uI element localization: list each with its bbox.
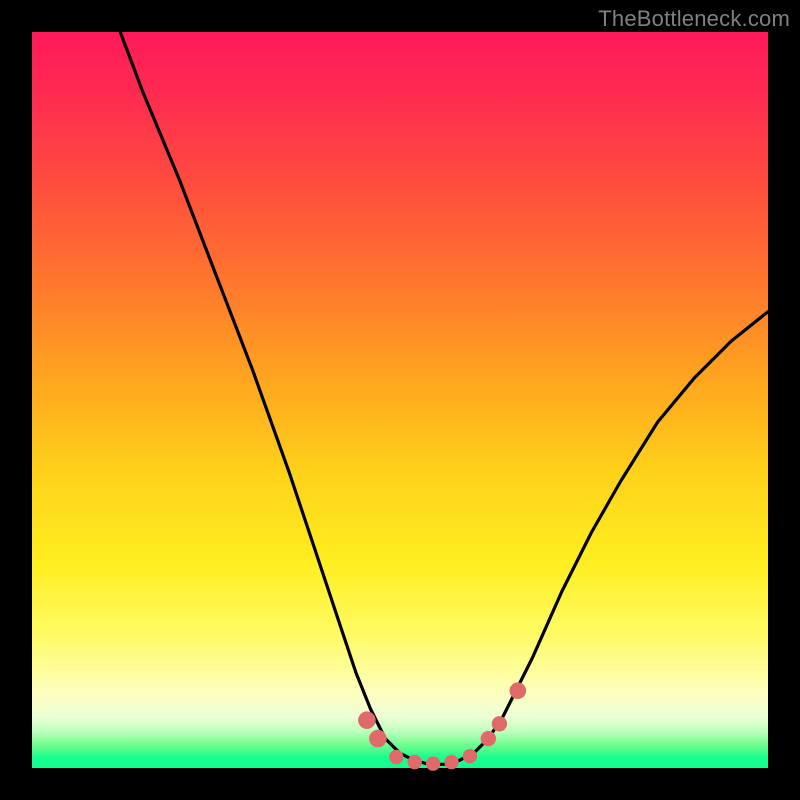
data-marker — [426, 756, 440, 770]
data-marker — [444, 755, 458, 769]
watermark-text: TheBottleneck.com — [598, 6, 790, 32]
marker-group — [358, 682, 526, 770]
bottleneck-curve — [120, 32, 768, 764]
data-marker — [481, 731, 496, 746]
data-marker — [369, 730, 387, 748]
data-marker — [358, 711, 376, 729]
data-marker — [408, 755, 422, 769]
data-marker — [389, 750, 403, 764]
plot-area — [32, 32, 768, 768]
chart-frame: TheBottleneck.com — [0, 0, 800, 800]
data-marker — [492, 716, 507, 731]
curve-svg — [32, 32, 768, 768]
data-marker — [510, 682, 527, 699]
data-marker — [463, 749, 477, 763]
